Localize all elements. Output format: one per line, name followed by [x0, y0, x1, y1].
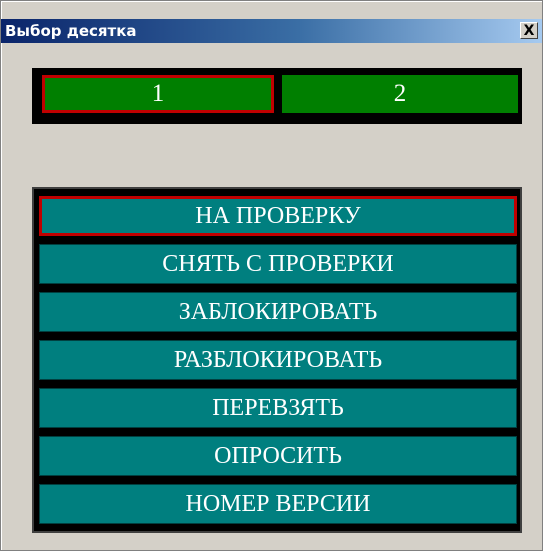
group-selector-panel: 1 2: [32, 68, 522, 124]
check-button[interactable]: НА ПРОВЕРКУ: [39, 196, 517, 236]
poll-button[interactable]: ОПРОСИТЬ: [39, 436, 517, 476]
version-button[interactable]: НОМЕР ВЕРСИИ: [39, 484, 517, 524]
title-bar[interactable]: Выбор десятка X: [1, 19, 542, 43]
dialog-window: Выбор десятка X 1 2 НА ПРОВЕРКУ СНЯТЬ С …: [0, 0, 543, 551]
close-icon: X: [523, 22, 535, 39]
unblock-button[interactable]: РАЗБЛОКИРОВАТЬ: [39, 340, 517, 380]
group-button-1[interactable]: 1: [42, 75, 274, 113]
command-panel: НА ПРОВЕРКУ СНЯТЬ С ПРОВЕРКИ ЗАБЛОКИРОВА…: [32, 187, 522, 533]
close-button[interactable]: X: [520, 22, 538, 39]
group-button-2[interactable]: 2: [282, 75, 518, 113]
remove-check-button[interactable]: СНЯТЬ С ПРОВЕРКИ: [39, 244, 517, 284]
retake-button[interactable]: ПЕРЕВЗЯТЬ: [39, 388, 517, 428]
window-title: Выбор десятка: [5, 22, 137, 40]
block-button[interactable]: ЗАБЛОКИРОВАТЬ: [39, 292, 517, 332]
